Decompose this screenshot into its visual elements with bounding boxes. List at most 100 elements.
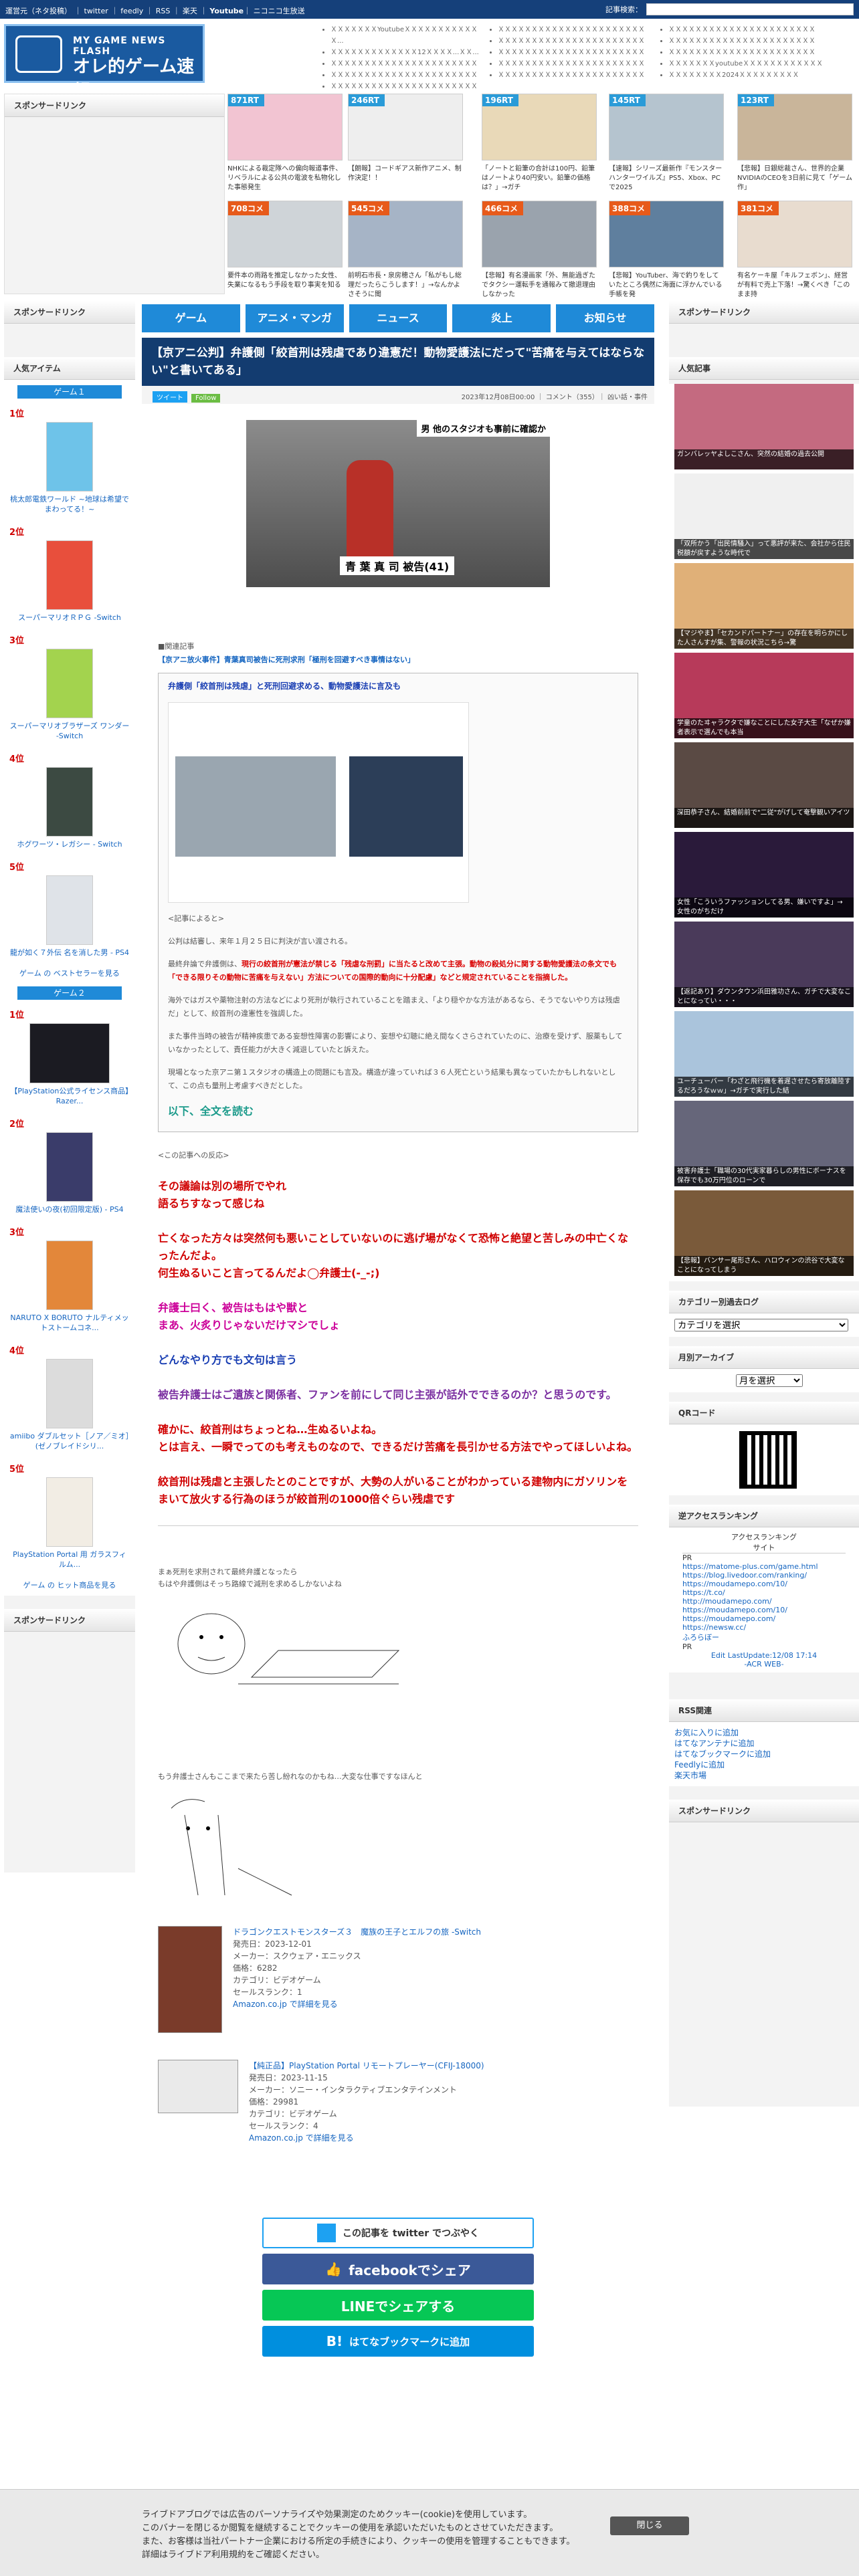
top-link[interactable]: 運営元（ネタ投稿） [5,7,72,15]
thumb-item[interactable]: 145RT 【速報】シリーズ最新作『モンスターハンターワイルズ』PS5、Xbox、… [609,94,724,193]
popular-article[interactable]: 【悲報】バンサー尾形さん、ハロウィンの渋谷で大変なことになってしまう [674,1190,854,1276]
nav-enjou[interactable]: 炎上 [452,304,551,332]
header-news-item[interactable]: ＸＸＸＸＸＸＸYoutubeＸＸＸＸＸＸＸＸＸＸＸＸ... [330,24,482,47]
header-news-item[interactable]: ＸＸＸＸＸＸＸＸＸＸＸＸＸＸＸＸＸＸＸＸＸＸ [498,35,649,47]
thumb-caption[interactable]: 要件本の雨路を推定しなかった女性、失業になるもう手段を取り事実を知る [227,272,343,300]
line-share-button[interactable]: LINEでシェアする [262,2290,534,2321]
bestseller-link[interactable]: ゲーム の ベストセラーを見る [19,969,120,978]
header-news-item[interactable]: ＸＸＸＸＸＸＸＸＸＸＸＸＸＸＸＸＸＸＸＸＸＸ [330,70,482,81]
tab-game1[interactable]: ゲーム１ [17,385,122,399]
popular-article[interactable]: 学童のたヰャラクタで嫌なことにした女子大生「なぜか嫌者表示で選んでも本当 [674,653,854,738]
popular-article[interactable]: 「双所かう「出民情騒入」って悪評が来た、会社から住民税額が戻すような時代で [674,473,854,559]
product-name[interactable]: 龍が如く７外伝 名を消した男 - PS4 [9,948,130,958]
search-input[interactable] [646,3,854,15]
product-image[interactable] [46,540,93,610]
product-image[interactable] [46,875,93,945]
product-name[interactable]: 魔法使いの夜(初回限定版) - PS4 [9,1204,130,1214]
header-news-item[interactable]: ＸＸＸＸＸＸＸＸＸＸＸＸＸＸＸＸＸＸＸＸＸＸ [668,35,853,47]
top-link[interactable]: RSS [156,7,171,15]
product-image[interactable] [46,422,93,492]
thumb-caption[interactable]: NHKによる裁定隊への偏向報道事件、リベラルによる公共の電波を私物化した事態発生 [227,165,343,193]
header-news-item[interactable]: ＸＸＸＸＸＸＸＸＸＸＸＸＸＸＸＸＸＸＸＸＸＸ [330,58,482,70]
thumb-item[interactable]: 381コメ 有名ケーキ屋「キルフェボン」、経営が有料で売上下落！→驚くべき「このま… [737,201,852,300]
top-link[interactable]: ニコニコ生放送 [254,7,305,15]
thumb-item[interactable]: 196RT 「ノートと鉛筆の合計は100円、鉛筆はノートより40円安い。鉛筆の価格… [482,94,597,193]
popular-article[interactable]: 被害弁護士「職場の30代実家暮らしの男性にボーナスを保存でも30万円位のローンで [674,1101,854,1186]
rank-item[interactable]: 2位 魔法使いの夜(初回限定版) - PS4 [4,1111,135,1220]
access-row[interactable]: https://moudamepo.com/10/ [682,1606,846,1614]
product-title[interactable]: ドラゴンクエストモンスターズ３ 魔族の王子とエルフの旅 -Switch [233,1926,481,1938]
thumb-item[interactable]: 388コメ 【悲報】YouTuber、海で釣りをしていたところ偶然に海面に浮かんで… [609,201,724,300]
tweet-button[interactable]: ツイート [153,391,187,403]
related-link[interactable]: 【京アニ放火事件】青葉真司被告に死刑求刑「極刑を回避すべき事情はない」 [158,654,638,665]
tab-game2[interactable]: ゲーム２ [17,986,122,1000]
top-link[interactable]: 楽天 [183,7,197,15]
product-image[interactable] [29,1023,110,1083]
rank-item[interactable]: 4位 ホグワーツ・レガシー - Switch [4,746,135,855]
rank-item[interactable]: 2位 スーパーマリオＲＰＧ -Switch [4,520,135,628]
thumb-caption[interactable]: 前明石市長・泉房穂さん「私がもし総理だったらこうします！」→なんかよさそうに聞 [348,272,463,300]
access-footer[interactable]: Edit LastUpdate:12/08 17:14 [682,1651,846,1660]
top-link[interactable]: Youtube [209,7,244,15]
thumb-caption[interactable]: 【速報】シリーズ最新作『モンスターハンターワイルズ』PS5、Xbox、PCで20… [609,165,724,193]
product-name[interactable]: ホグワーツ・レガシー - Switch [9,839,130,849]
popular-article[interactable]: 深田恭子さん、結婚前前で"二従"がげして奄撃観いアイツ [674,742,854,828]
rank-item[interactable]: 3位 スーパーマリオブラザーズ ワンダー -Switch [4,628,135,746]
product-name[interactable]: スーパーマリオブラザーズ ワンダー -Switch [9,721,130,741]
popular-article[interactable]: 女性「こういうファッションしてる男、嫌いですよ」→ 女性のがちだけ [674,832,854,918]
cookie-close-button[interactable]: 閉じる [610,2516,689,2535]
thumb-caption[interactable]: 【悲報】日銀総裁さん、世界的企業NVIDIAのCEOを3日前に見て「ゲーム作」 [737,165,852,193]
product-name[interactable]: 【PlayStation公式ライセンス商品】Razer... [9,1086,130,1106]
source-screenshot[interactable] [168,702,469,903]
archive-select[interactable]: 月を選択 [736,1374,803,1387]
rss-link[interactable]: お気に入りに追加 [674,1727,854,1738]
access-row[interactable]: http://moudamepo.com/ [682,1597,846,1606]
header-news-item[interactable]: ＸＸＸＸＸＸＸＸ2024ＸＸＸＸＸＸＸＸＸ [668,70,853,81]
hit-products-link[interactable]: ゲーム の ヒット商品を見る [23,1581,116,1590]
thumb-caption[interactable]: 有名ケーキ屋「キルフェボン」、経営が有料で売上下落！→驚くべき「このまま持 [737,272,852,300]
site-logo[interactable]: MY GAME NEWS FLASH オレ的ゲーム速報@JIN [4,24,205,102]
access-web[interactable]: -ACR WEB- [682,1660,846,1669]
access-row[interactable]: https://t.co/ [682,1588,846,1597]
article-title[interactable]: 【京アニ公判】弁護側「絞首刑は残虐であり違憲だ！動物愛護法にだって"苦痛を与えて… [142,338,654,386]
popular-article[interactable]: 【返記あり】ダウンタウン浜田雅功さん、ガチで大変なことになってい・・・ [674,922,854,1007]
thumb-item[interactable]: 708コメ 要件本の雨路を推定しなかった女性、失業になるもう手段を取り事実を知る [227,201,343,300]
amazon-link[interactable]: Amazon.co.jp で詳細を見る [249,2132,484,2144]
popular-article[interactable]: 【マジやま】「セカンドパートナー」の存在を明らかにした人さんすが集、警報の状況こ… [674,563,854,649]
product-image[interactable] [46,649,93,718]
thumb-item[interactable]: 545コメ 前明石市長・泉房穂さん「私がもし総理だったらこうします！」→なんかよさ… [348,201,463,300]
top-link[interactable]: feedly [120,7,143,15]
access-row[interactable]: https://moudamepo.com/ [682,1614,846,1623]
header-news-item[interactable]: ＸＸＸＸＸＸＸＸＸＸＸＸＸ12ＸＸＸＸ...ＸＸ... [330,47,482,58]
access-row[interactable]: https://moudamepo.com/10/ [682,1580,846,1588]
nav-news[interactable]: ニュース [349,304,448,332]
product-name[interactable]: NARUTO X BORUTO ナルティメットストームコネ... [9,1313,130,1333]
header-news-item[interactable]: ＸＸＸＸＸＸＸＸＸＸＸＸＸＸＸＸＸＸＸＸＸＸ [498,47,649,58]
rank-item[interactable]: 5位 PlayStation Portal 用 ガラスフィルム... [4,1457,135,1575]
product-image[interactable] [46,1359,93,1428]
twitter-share-button[interactable]: この記事を twitter でつぶやく [262,2218,534,2248]
nav-game[interactable]: ゲーム [142,304,240,332]
thumb-item[interactable]: 246RT 【朗報】コードギアス新作アニメ、制作決定！！ [348,94,463,193]
rss-link[interactable]: はてなブックマークに追加 [674,1749,854,1759]
thumb-item[interactable]: 466コメ 【悲報】有名漫画家「外、無能過ぎたでタクシー運転手を通報みて撤退理由し… [482,201,597,300]
rank-item[interactable]: 3位 NARUTO X BORUTO ナルティメットストームコネ... [4,1220,135,1338]
header-news-item[interactable]: ＸＸＸＸＸＸＸＸＸＸＸＸＸＸＸＸＸＸＸＸＸＸ [330,81,482,92]
product-image[interactable] [46,1477,93,1547]
product-title[interactable]: 【純正品】PlayStation Portal リモートプレーヤー(CFIJ-1… [249,2060,484,2072]
product-name[interactable]: amiibo ダブルセット［ノア／ミオ］(ゼノブレイドシリ... [9,1431,130,1451]
popular-article[interactable]: ガンバレッヤよしこさん、突然の結婚の過去公開 [674,384,854,469]
read-more-link[interactable]: 以下、全文を読む [168,1102,628,1118]
top-link[interactable]: twitter [84,7,108,15]
access-row[interactable]: https://matome-plus.com/game.html [682,1562,846,1571]
header-news-item[interactable]: ＸＸＸＸＸＸＸＸＸＸＸＸＸＸＸＸＸＸＸＸＸＸ [498,24,649,35]
thumb-caption[interactable]: 【悲報】有名漫画家「外、無能過ぎたでタクシー運転手を通報みて撤退理由しなかった [482,272,597,300]
product-name[interactable]: PlayStation Portal 用 ガラスフィルム... [9,1549,130,1570]
facebook-share-button[interactable]: 👍 facebookでシェア [262,2254,534,2284]
popular-article[interactable]: ユーチューバー「わざと飛行機を着遅させたら寄放離陸するだろうなｗｗ」→ガチで実行… [674,1011,854,1097]
header-news-item[interactable]: ＸＸＸＸＸＸＸＸＸＸＸＸＸＸＸＸＸＸＸＸＸＸ [668,24,853,35]
header-news-item[interactable]: ＸＸＸＸＸＸＸＸＸＸＸＸＸＸＸＸＸＸＸＸＸＸ [498,58,649,70]
thumb-caption[interactable]: 「ノートと鉛筆の合計は100円、鉛筆はノートより40円安い。鉛筆の価格は？」→ガ… [482,165,597,193]
thumb-caption[interactable]: 【朗報】コードギアス新作アニメ、制作決定！！ [348,165,463,193]
rank-item[interactable]: 5位 龍が如く７外伝 名を消した男 - PS4 [4,855,135,963]
